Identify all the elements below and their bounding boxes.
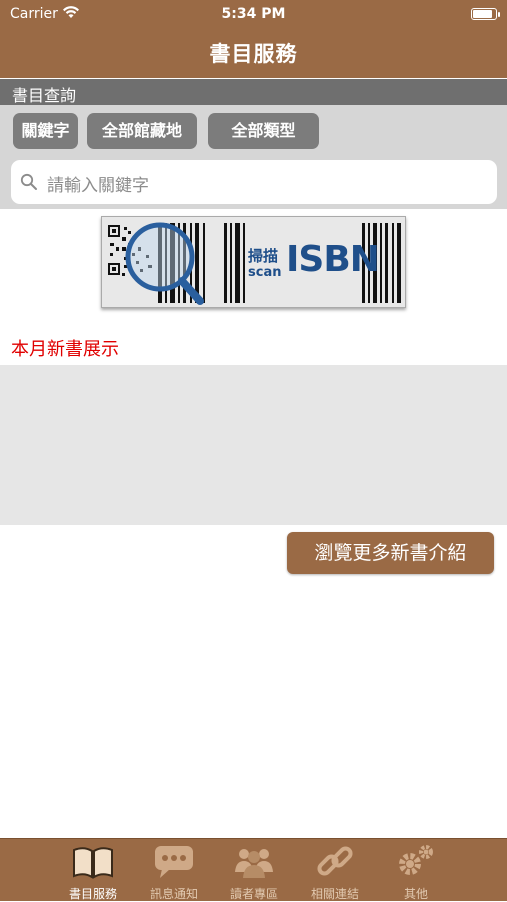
gear-icon bbox=[399, 845, 433, 875]
search-input[interactable]: 請輸入關鍵字 bbox=[11, 160, 497, 204]
scan-label-zh: 掃描 bbox=[248, 247, 279, 265]
tab-bar: 書目服務 訊息通知 讀者專區 相關連結 其他 bbox=[0, 838, 507, 901]
type-filter-button[interactable]: 全部類型 bbox=[208, 113, 319, 149]
link-icon bbox=[317, 846, 353, 876]
search-icon bbox=[20, 173, 37, 190]
message-icon bbox=[155, 846, 193, 878]
search-placeholder: 請輸入關鍵字 bbox=[47, 176, 149, 196]
page-title: 書目服務 bbox=[209, 42, 298, 66]
tab-other[interactable]: 其他 bbox=[376, 839, 456, 901]
tab-label: 訊息通知 bbox=[149, 887, 198, 901]
scan-label-en: scan bbox=[248, 265, 282, 280]
tab-label: 相關連結 bbox=[310, 887, 359, 901]
status-bar: Carrier 5:34 PM bbox=[0, 0, 507, 28]
search-section-header: 書目查詢 bbox=[0, 79, 507, 105]
tab-label: 其他 bbox=[403, 887, 428, 901]
tab-reader-area[interactable]: 讀者專區 bbox=[214, 839, 294, 901]
tab-label: 讀者專區 bbox=[229, 887, 278, 901]
tab-notifications[interactable]: 訊息通知 bbox=[134, 839, 214, 901]
browse-more-books-button[interactable]: 瀏覽更多新書介紹 bbox=[287, 532, 494, 574]
navigation-bar: 書目服務 bbox=[0, 28, 507, 78]
isbn-label: ISBN bbox=[286, 239, 380, 280]
search-section-title: 書目查詢 bbox=[12, 86, 77, 105]
new-books-carousel[interactable] bbox=[0, 365, 507, 525]
scan-isbn-button[interactable]: 掃描 scan ISBN bbox=[101, 216, 406, 308]
new-books-heading: 本月新書展示 bbox=[11, 339, 119, 360]
tab-bibliographic-services[interactable]: 書目服務 bbox=[53, 839, 133, 901]
filter-bar: 關鍵字 全部館藏地 全部類型 請輸入關鍵字 bbox=[0, 105, 507, 209]
keyword-filter-button[interactable]: 關鍵字 bbox=[13, 113, 78, 149]
battery-icon bbox=[471, 8, 500, 20]
users-icon bbox=[235, 849, 273, 878]
tab-related-links[interactable]: 相關連結 bbox=[295, 839, 375, 901]
tab-label: 書目服務 bbox=[68, 887, 117, 901]
clock: 5:34 PM bbox=[221, 6, 286, 22]
book-icon bbox=[73, 847, 113, 879]
location-filter-button[interactable]: 全部館藏地 bbox=[87, 113, 197, 149]
